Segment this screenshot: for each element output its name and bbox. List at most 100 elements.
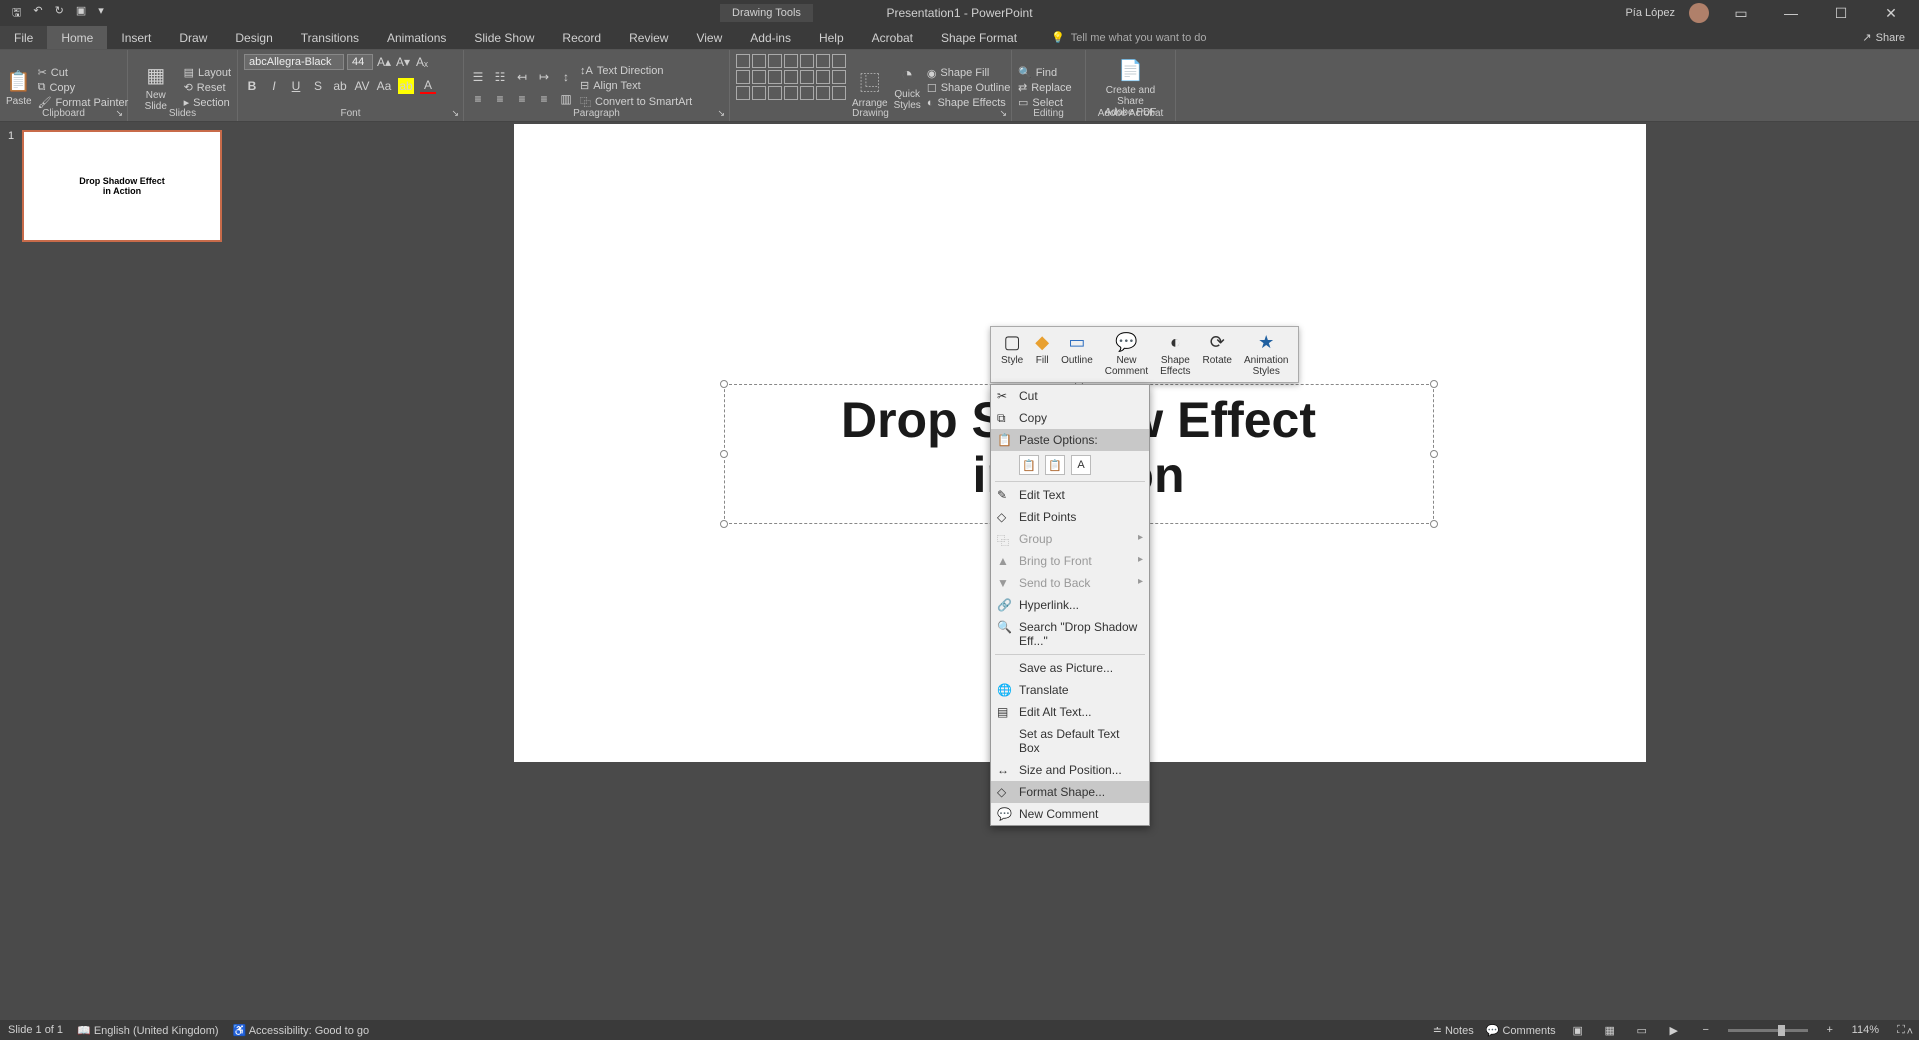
ctx-save-as-picture[interactable]: Save as Picture... [991, 657, 1149, 679]
slide-canvas-area[interactable]: ⟳ Drop Shadow Effect in Action ▢Style ◆F… [240, 122, 1919, 1020]
shape-effects-button[interactable]: ◐Shape Effects [927, 97, 1011, 109]
zoom-out-icon[interactable]: − [1696, 1024, 1716, 1036]
highlight-icon[interactable]: ab [398, 78, 414, 94]
tab-addins[interactable]: Add-ins [736, 26, 805, 49]
bullets-icon[interactable]: ☰ [470, 69, 486, 85]
clipboard-launcher-icon[interactable]: ↘ [115, 108, 123, 119]
tell-me-search[interactable]: 💡 Tell me what you want to do [1051, 26, 1206, 49]
mini-animation-styles-button[interactable]: ★Animation Styles [1239, 332, 1293, 377]
zoom-slider-thumb[interactable] [1778, 1025, 1785, 1036]
normal-view-icon[interactable]: ▣ [1568, 1024, 1588, 1037]
user-name[interactable]: Pía López [1625, 7, 1675, 19]
qat-customize-icon[interactable]: ▾ [98, 4, 104, 23]
mini-new-comment-button[interactable]: 💬New Comment [1100, 332, 1153, 377]
zoom-percentage[interactable]: 114% [1852, 1024, 1879, 1036]
tab-file[interactable]: File [0, 26, 47, 49]
ctx-search[interactable]: 🔍Search "Drop Shadow Eff..." [991, 616, 1149, 652]
tab-draw[interactable]: Draw [165, 26, 221, 49]
cut-button[interactable]: ✂Cut [38, 66, 129, 79]
ctx-set-default-text-box[interactable]: Set as Default Text Box [991, 723, 1149, 759]
paste-text-only-icon[interactable]: A [1071, 455, 1091, 475]
find-button[interactable]: 🔍Find [1018, 66, 1072, 79]
change-case-icon[interactable]: Aa [376, 78, 392, 94]
layout-button[interactable]: ▤Layout [184, 66, 231, 79]
save-icon[interactable]: 🖫 [12, 4, 21, 23]
ctx-edit-text[interactable]: ✎Edit Text [991, 484, 1149, 506]
tab-slideshow[interactable]: Slide Show [460, 26, 548, 49]
clear-formatting-icon[interactable]: Aₓ [414, 54, 430, 70]
mini-style-button[interactable]: ▢Style [996, 332, 1028, 377]
font-name-input[interactable] [244, 54, 344, 70]
underline-button[interactable]: U [288, 78, 304, 94]
drawing-launcher-icon[interactable]: ↘ [999, 108, 1007, 119]
tab-shape-format[interactable]: Shape Format [927, 26, 1031, 49]
replace-button[interactable]: ⇄Replace [1018, 81, 1072, 94]
ctx-cut[interactable]: ✂Cut [991, 385, 1149, 407]
ctx-edit-points[interactable]: ◇Edit Points [991, 506, 1149, 528]
resize-handle[interactable] [1430, 380, 1438, 388]
tab-home[interactable]: Home [47, 26, 107, 49]
ctx-hyperlink[interactable]: 🔗Hyperlink... [991, 594, 1149, 616]
close-icon[interactable]: ✕ [1873, 5, 1909, 22]
zoom-slider[interactable] [1728, 1029, 1808, 1032]
align-center-icon[interactable]: ≡ [492, 91, 508, 107]
resize-handle[interactable] [1430, 520, 1438, 528]
ctx-translate[interactable]: 🌐Translate [991, 679, 1149, 701]
font-color-icon[interactable]: A [420, 78, 436, 94]
strikethrough-button[interactable]: S [310, 78, 326, 94]
justify-icon[interactable]: ≡ [536, 91, 552, 107]
resize-handle[interactable] [720, 450, 728, 458]
reset-button[interactable]: ⟲Reset [184, 81, 231, 94]
italic-button[interactable]: I [266, 78, 282, 94]
mini-rotate-button[interactable]: ⟳Rotate [1198, 332, 1237, 377]
share-button[interactable]: ↗ Share [1862, 26, 1919, 49]
mini-shape-effects-button[interactable]: ◐Shape Effects [1155, 332, 1195, 377]
decrease-indent-icon[interactable]: ↤ [514, 69, 530, 85]
ctx-new-comment[interactable]: 💬New Comment [991, 803, 1149, 825]
resize-handle[interactable] [1430, 450, 1438, 458]
ctx-format-shape[interactable]: ◇Format Shape... [991, 781, 1149, 803]
align-right-icon[interactable]: ≡ [514, 91, 530, 107]
resize-handle[interactable] [720, 380, 728, 388]
tab-review[interactable]: Review [615, 26, 682, 49]
tab-view[interactable]: View [682, 26, 736, 49]
align-left-icon[interactable]: ≡ [470, 91, 486, 107]
paste-keep-source-icon[interactable]: 📋 [1045, 455, 1065, 475]
tab-acrobat[interactable]: Acrobat [858, 26, 927, 49]
mini-outline-button[interactable]: ▭Outline [1056, 332, 1098, 377]
paste-use-destination-icon[interactable]: 📋 [1019, 455, 1039, 475]
mini-fill-button[interactable]: ◆Fill [1030, 332, 1054, 377]
font-launcher-icon[interactable]: ↘ [451, 108, 459, 119]
shadow-button[interactable]: ab [332, 78, 348, 94]
notes-button[interactable]: ≐ Notes [1433, 1024, 1474, 1037]
accessibility-checker[interactable]: ♿ Accessibility: Good to go [233, 1024, 370, 1037]
increase-font-icon[interactable]: A▴ [376, 54, 392, 70]
tab-insert[interactable]: Insert [107, 26, 165, 49]
copy-button[interactable]: ⧉Copy [38, 81, 129, 94]
comments-button[interactable]: 💬 Comments [1486, 1024, 1556, 1037]
decrease-font-icon[interactable]: A▾ [395, 54, 411, 70]
redo-icon[interactable]: ↻ [55, 4, 64, 23]
tab-help[interactable]: Help [805, 26, 858, 49]
start-from-beginning-icon[interactable]: ▣ [76, 4, 86, 23]
tab-record[interactable]: Record [548, 26, 615, 49]
language-indicator[interactable]: 📖 English (United Kingdom) [77, 1024, 219, 1037]
text-direction-button[interactable]: ↕AText Direction [580, 65, 692, 77]
collapse-ribbon-icon[interactable]: ˄ [1907, 1026, 1913, 1038]
undo-icon[interactable]: ↶ [33, 4, 42, 23]
tab-design[interactable]: Design [221, 26, 286, 49]
shape-outline-button[interactable]: ☐Shape Outline [927, 82, 1011, 95]
numbering-icon[interactable]: ☷ [492, 69, 508, 85]
slideshow-view-icon[interactable]: ▶ [1664, 1024, 1684, 1037]
ribbon-display-options-icon[interactable]: ▭ [1723, 5, 1759, 22]
slide-sorter-view-icon[interactable]: ▦ [1600, 1024, 1620, 1037]
columns-icon[interactable]: ▥ [558, 91, 574, 107]
character-spacing-icon[interactable]: AV [354, 78, 370, 94]
slide-counter[interactable]: Slide 1 of 1 [8, 1024, 63, 1036]
zoom-in-icon[interactable]: + [1820, 1024, 1840, 1036]
tab-transitions[interactable]: Transitions [287, 26, 373, 49]
paragraph-launcher-icon[interactable]: ↘ [717, 108, 725, 119]
minimize-icon[interactable]: — [1773, 5, 1809, 21]
shape-fill-button[interactable]: ◉Shape Fill [927, 67, 1011, 80]
slide-thumbnail-1[interactable]: Drop Shadow Effect in Action [22, 130, 222, 242]
